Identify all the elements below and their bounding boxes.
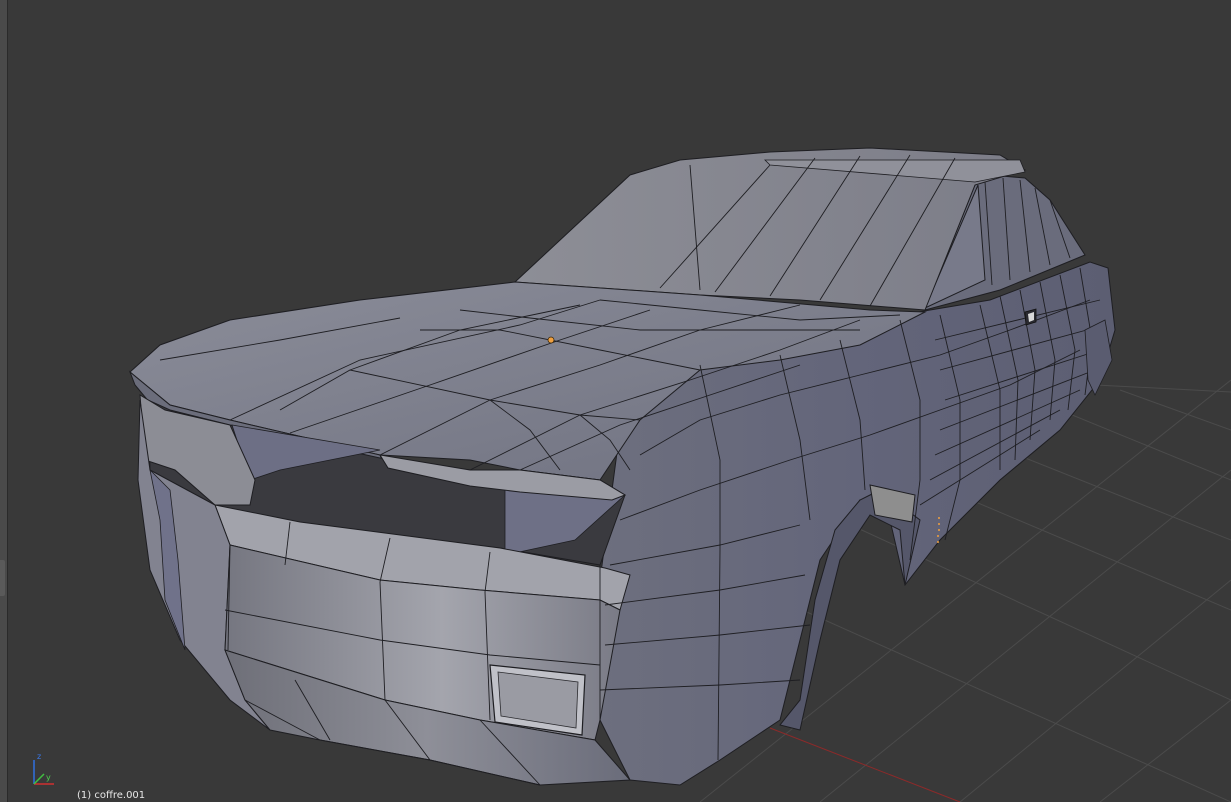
car-mesh xyxy=(128,147,1116,786)
axis-gizmo: z y xyxy=(33,752,54,785)
active-object-label: (1) coffre.001 xyxy=(77,790,146,801)
object-origin xyxy=(547,336,555,344)
3d-viewport[interactable]: z y (1) coffre.001 xyxy=(0,0,1231,802)
viewport-scene[interactable] xyxy=(0,0,1231,802)
z-axis-label: z xyxy=(37,752,41,761)
y-axis-label: y xyxy=(46,773,51,782)
y-axis-line xyxy=(33,773,45,785)
x-axis-line xyxy=(769,727,961,802)
